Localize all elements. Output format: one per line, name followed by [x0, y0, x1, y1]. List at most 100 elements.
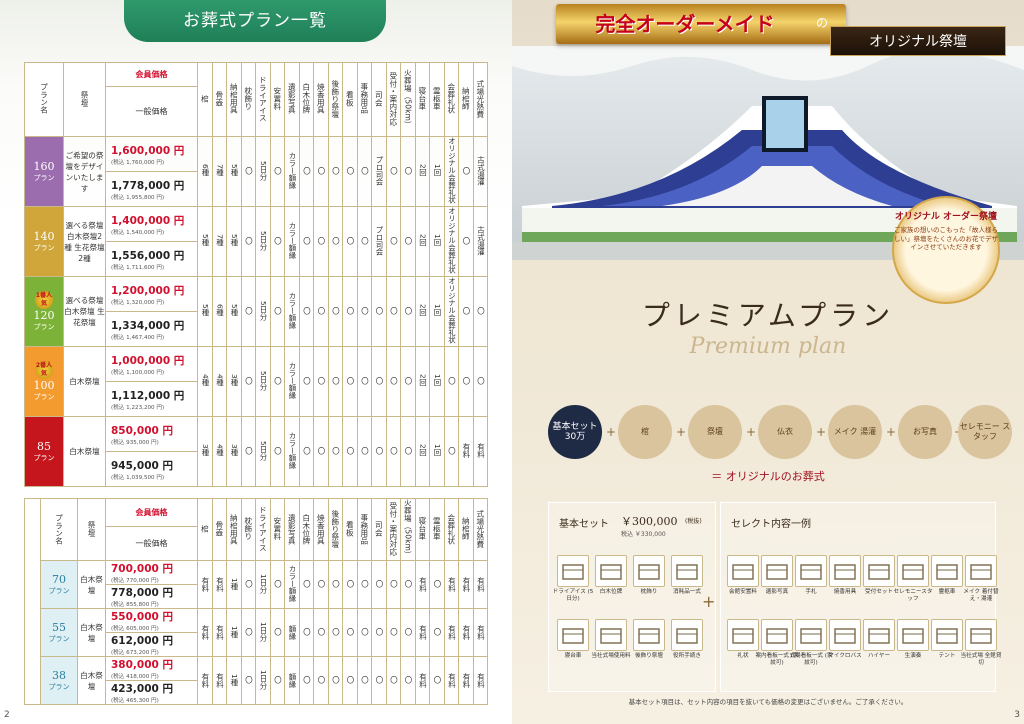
item-value: 〇	[331, 236, 341, 245]
select-item-value: 〇	[244, 580, 254, 588]
item-value: 〇	[462, 236, 471, 245]
item-value: 〇	[273, 236, 283, 245]
item-value: 5日分	[259, 440, 268, 461]
item-value: 〇	[331, 166, 341, 175]
general-price: 1,112,000 円	[111, 389, 185, 402]
item-value: 1回	[433, 444, 442, 457]
select-plan-label: プラン	[48, 635, 70, 644]
item-cell: 〇	[269, 206, 285, 277]
item-cell: 〇	[298, 346, 314, 417]
plan-row: 160 プラン ご希望の祭壇をデザインいたします 1,600,000 円 (税込 1,7…	[24, 136, 488, 207]
item-value: 〇	[302, 166, 312, 175]
item-cell: カラー額縁	[284, 416, 300, 487]
general-price-cell: 1,556,000 円 (税込 1,711,600 円)	[105, 241, 198, 277]
select-item-value: 有料	[215, 576, 225, 592]
item-cell: オリジナル会葬礼状	[443, 206, 459, 277]
item-value: 〇	[462, 306, 471, 315]
header-altar-text: 祭壇	[80, 90, 89, 107]
header-item: 納棺師	[458, 62, 474, 137]
item-label: 当社式場 全館貸切	[960, 653, 1002, 666]
member-price: 850,000 円	[111, 424, 173, 437]
page-title: お葬式プラン一覧	[124, 0, 386, 42]
header-item-text: 火葬場（50km）	[403, 68, 413, 129]
member-price: 1,200,000 円	[111, 284, 185, 297]
item-value: カラー額縁	[288, 222, 297, 259]
plus-icon: +	[606, 425, 617, 439]
select-item-value: 〇	[375, 676, 384, 684]
item-value: 〇	[302, 376, 312, 385]
select-plan-cell: 70 プラン	[40, 560, 78, 610]
header-item-text: 枕飾り	[243, 87, 253, 110]
select-header-item-text: 霊柩車	[432, 517, 442, 541]
item-cell: 4種	[211, 416, 227, 487]
item-icon	[795, 619, 827, 651]
header-item: 事務用品	[356, 62, 372, 137]
select-item-cell: 〇	[429, 656, 445, 706]
basic-set-price-tax: 税込 ￥330,000	[621, 531, 666, 538]
item-value: 3種	[201, 444, 210, 457]
item-cell: 3種	[226, 346, 242, 417]
header-item: 受付・案内対応	[385, 62, 401, 137]
item-icon	[727, 619, 759, 651]
item-cell: 2回	[414, 416, 430, 487]
select-item-value: 〇	[317, 580, 326, 588]
select-item-value: 1日分	[259, 670, 268, 690]
item-value: 4種	[215, 374, 225, 387]
item-cell: 5種	[226, 206, 242, 277]
header-item: 枕飾り	[240, 62, 256, 137]
header-item: 寝台車	[414, 62, 430, 137]
item-value: 6種	[215, 304, 225, 317]
select-header-item: 受付・案内対応	[385, 497, 401, 562]
select-box: セレクト内容一例 会館安置料 遺影写真 手札 焼香用具 受付セット セレモニースタッフ 霊柩…	[720, 502, 1001, 692]
select-item-cell: 有料	[443, 656, 459, 706]
member-price-tax: (税込 1,540,000 円)	[111, 229, 165, 236]
select-item-cell: 〇	[298, 656, 314, 706]
page-number-right: 3	[1014, 710, 1020, 720]
select-item-cell: 有料	[472, 656, 488, 706]
item-value: 2回	[418, 304, 428, 317]
select-item-cell: 〇	[385, 656, 401, 706]
plan-cell: 85 プラン	[24, 416, 64, 487]
select-item-cell: 〇	[240, 608, 256, 658]
item-cell: 〇	[342, 346, 358, 417]
item-cell: カラー額縁	[284, 346, 300, 417]
item-value: オリジナル会葬礼状	[447, 207, 457, 274]
item-cell: 〇	[240, 416, 256, 487]
select-header-row: セレクトプラン プラン名 祭壇 会員価格棺骨壺 納棺用具 枕飾り ドライアイス 安置料 遺影写真…	[24, 497, 488, 706]
item-value: 〇	[302, 306, 312, 315]
general-price: 1,556,000 円	[111, 249, 185, 262]
select-header-item-text: 安置料	[272, 517, 282, 541]
item-cell: 〇	[400, 136, 416, 207]
basic-set-title: 基本セット	[559, 519, 609, 530]
select-item-value: 1日分	[259, 574, 268, 594]
header-item-text: 安置料	[272, 87, 282, 110]
select-item-cell: 〇	[342, 656, 358, 706]
item-value: 有料	[462, 443, 471, 458]
item-icon	[863, 555, 895, 587]
select-item-cell: 1種	[226, 608, 242, 658]
item-cell: 5種	[226, 136, 242, 207]
header-member-price: 会員価格	[105, 62, 198, 87]
select-item-cell: 〇	[342, 608, 358, 658]
component-circle: セレモニー スタッフ	[958, 405, 1012, 459]
member-price-tax: (税込 1,760,000 円)	[111, 159, 165, 166]
select-item-cell: 〇	[313, 608, 329, 658]
select-item-cell: 〇	[385, 560, 401, 610]
select-item-value: 有料	[447, 624, 457, 640]
select-item-value: 〇	[273, 676, 283, 684]
select-item-cell: 〇	[269, 608, 285, 658]
item-value: 〇	[360, 446, 370, 455]
item-cell: 2回	[414, 346, 430, 417]
header-item-text: 看板	[345, 90, 355, 107]
select-item-value: 〇	[331, 628, 341, 636]
select-header-item: 納棺師	[458, 497, 474, 562]
item-cell: 7種	[211, 136, 227, 207]
item-icon	[633, 619, 665, 651]
select-plan-row: 70 プラン 白木祭壇 700,000 円 (税込 770,000 円) 有料 有料 1種〇 1…	[25, 560, 488, 610]
item-icon	[965, 619, 997, 651]
header-plan-text: プラン名	[39, 83, 49, 114]
header-item-text: 寝台車	[417, 87, 427, 110]
item-cell: 〇	[269, 136, 285, 207]
select-plan-name: 38	[52, 669, 66, 683]
select-item-cell: カラー額縁	[284, 560, 300, 610]
